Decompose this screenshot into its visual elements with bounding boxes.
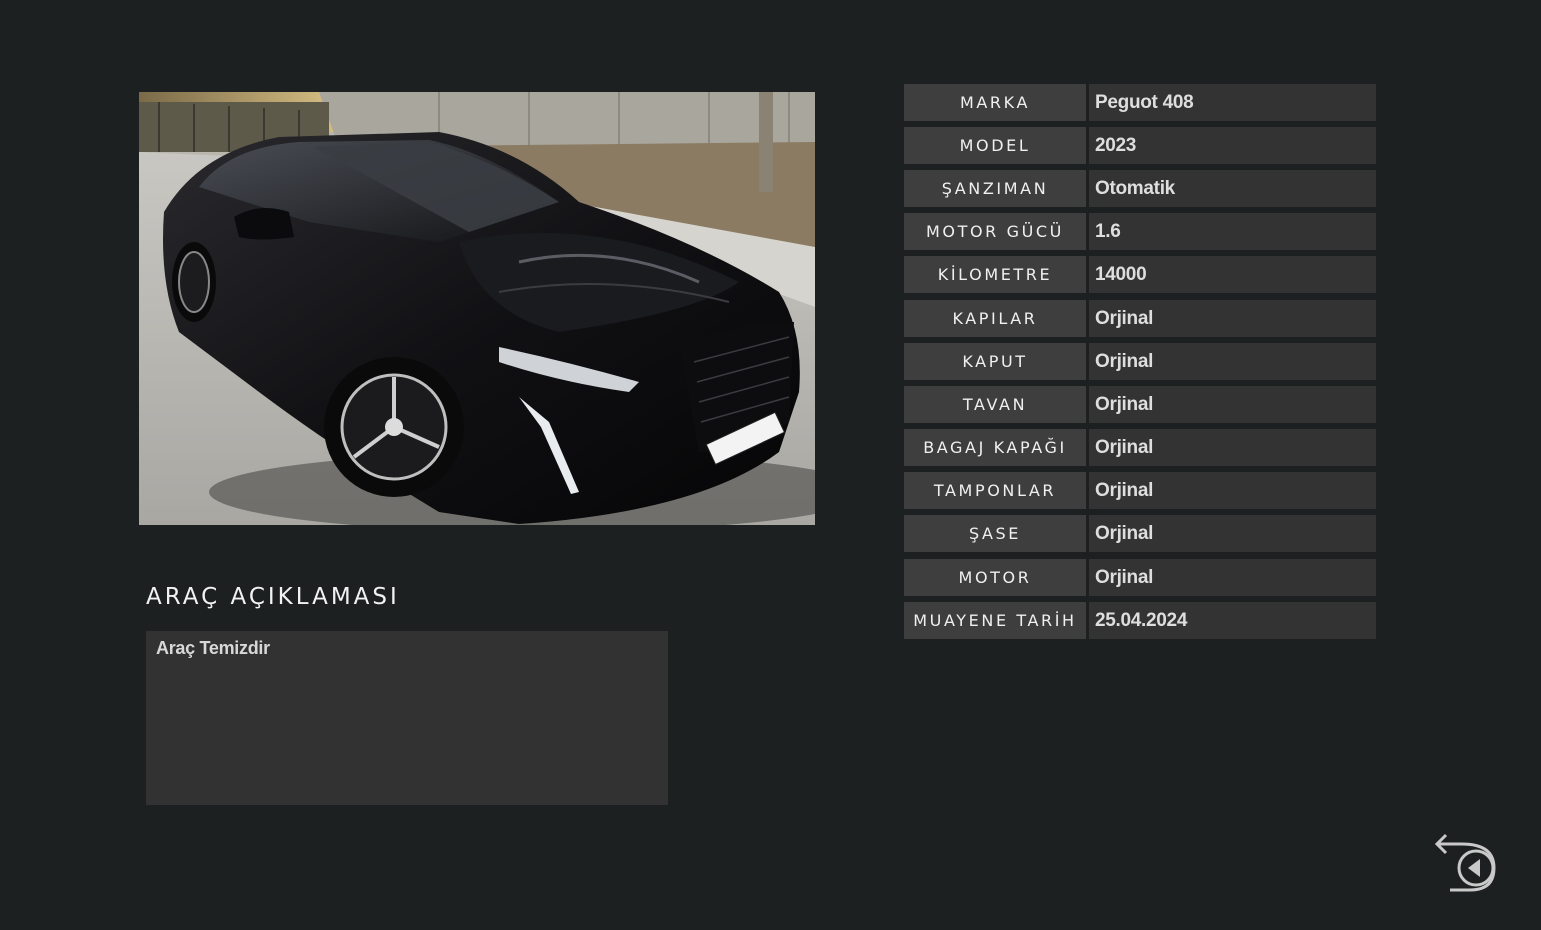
description-text: Araç Temizdir [156, 638, 270, 658]
back-arrow-icon [1434, 833, 1496, 892]
spec-value: Orjinal [1089, 472, 1376, 509]
spec-value: Orjinal [1089, 515, 1376, 552]
spec-row-marka: MARKA Peguot 408 [904, 84, 1376, 121]
spec-value: 1.6 [1089, 213, 1376, 250]
spec-row-muayene-tarih: MUAYENE TARİH 25.04.2024 [904, 602, 1376, 639]
spec-label: KAPUT [904, 343, 1086, 380]
spec-label: MOTOR [904, 559, 1086, 596]
spec-label: TAVAN [904, 386, 1086, 423]
spec-label: MODEL [904, 127, 1086, 164]
spec-label: ŞANZIMAN [904, 170, 1086, 207]
spec-label: MOTOR GÜCÜ [904, 213, 1086, 250]
spec-label: ŞASE [904, 515, 1086, 552]
spec-row-motor: MOTOR Orjinal [904, 559, 1376, 596]
car-photo [139, 92, 815, 525]
description-box: Araç Temizdir [146, 631, 668, 805]
spec-label: KİLOMETRE [904, 256, 1086, 293]
spec-value: Orjinal [1089, 300, 1376, 337]
spec-label: BAGAJ KAPAĞI [904, 429, 1086, 466]
spec-row-kapilar: KAPILAR Orjinal [904, 300, 1376, 337]
spec-value: Otomatik [1089, 170, 1376, 207]
spec-row-tavan: TAVAN Orjinal [904, 386, 1376, 423]
back-button[interactable] [1432, 832, 1498, 894]
spec-row-sanziman: ŞANZIMAN Otomatik [904, 170, 1376, 207]
spec-value: Orjinal [1089, 429, 1376, 466]
spec-value: 2023 [1089, 127, 1376, 164]
spec-label: MARKA [904, 84, 1086, 121]
spec-row-motor-gucu: MOTOR GÜCÜ 1.6 [904, 213, 1376, 250]
spec-value: 25.04.2024 [1089, 602, 1376, 639]
car-image [139, 92, 815, 525]
spec-label: TAMPONLAR [904, 472, 1086, 509]
spec-row-bagaj-kapagi: BAGAJ KAPAĞI Orjinal [904, 429, 1376, 466]
spec-row-tamponlar: TAMPONLAR Orjinal [904, 472, 1376, 509]
spec-value: Orjinal [1089, 343, 1376, 380]
spec-row-model: MODEL 2023 [904, 127, 1376, 164]
car-detail-page: ARAÇ AÇIKLAMASI Araç Temizdir MARKA Pegu… [0, 0, 1541, 930]
spec-label: KAPILAR [904, 300, 1086, 337]
spec-value: Peguot 408 [1089, 84, 1376, 121]
spec-row-kilometre: KİLOMETRE 14000 [904, 256, 1376, 293]
spec-row-kaput: KAPUT Orjinal [904, 343, 1376, 380]
spec-row-sase: ŞASE Orjinal [904, 515, 1376, 552]
spec-value: Orjinal [1089, 386, 1376, 423]
spec-value: 14000 [1089, 256, 1376, 293]
spec-value: Orjinal [1089, 559, 1376, 596]
description-title: ARAÇ AÇIKLAMASI [146, 584, 400, 610]
spec-label: MUAYENE TARİH [904, 602, 1086, 639]
